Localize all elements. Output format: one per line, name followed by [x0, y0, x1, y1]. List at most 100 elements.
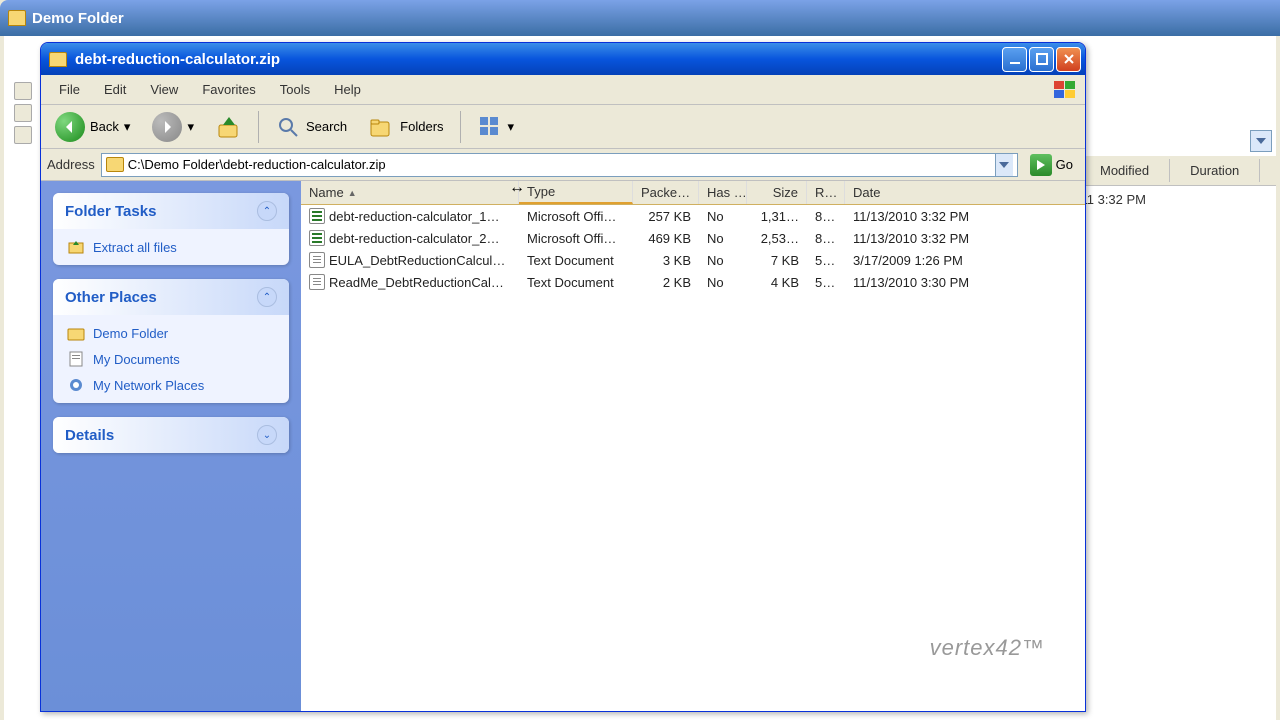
explorer-window: debt-reduction-calculator.zip File Edit … — [40, 42, 1086, 712]
windows-flag-icon[interactable] — [1051, 78, 1079, 102]
file-icon — [309, 208, 325, 224]
parent-col-modified[interactable]: Modified — [1080, 159, 1170, 182]
back-button[interactable]: Back ▾ — [47, 108, 138, 146]
menu-edit[interactable]: Edit — [92, 78, 138, 101]
toolbar: Back ▾ ▾ Search Folders — [41, 105, 1085, 149]
collapse-icon: ⌃ — [257, 201, 277, 221]
col-packed[interactable]: Packe… — [633, 181, 699, 204]
address-label: Address — [47, 157, 95, 172]
col-has[interactable]: Has … — [699, 181, 747, 204]
parent-left-item — [14, 104, 32, 122]
folders-button[interactable]: Folders — [361, 110, 451, 144]
parent-window-title: Demo Folder — [32, 10, 124, 27]
column-headers: Name ▲ Type Packe… Has … Size R… Date ↔ — [301, 181, 1085, 205]
file-has: No — [699, 273, 747, 292]
file-size: 2,53… — [747, 229, 807, 248]
folder-tasks-header[interactable]: Folder Tasks ⌃ — [53, 193, 289, 229]
col-date[interactable]: Date — [845, 181, 1085, 204]
search-icon — [275, 114, 301, 140]
place-label: My Network Places — [93, 378, 204, 393]
address-dropdown[interactable] — [995, 154, 1013, 176]
other-places-panel: Other Places ⌃ Demo Folder My Documents … — [53, 279, 289, 403]
sort-asc-icon: ▲ — [348, 188, 357, 198]
folders-icon — [369, 114, 395, 140]
menu-view[interactable]: View — [138, 78, 190, 101]
extract-icon — [67, 239, 85, 255]
file-type: Text Document — [519, 273, 633, 292]
file-row[interactable]: debt-reduction-calculator_2…Microsoft Of… — [301, 227, 1085, 249]
go-label: Go — [1056, 157, 1073, 172]
file-type: Microsoft Offi… — [519, 207, 633, 226]
file-ratio: 55% — [807, 273, 845, 292]
file-date: 11/13/2010 3:30 PM — [845, 273, 1085, 292]
folders-label: Folders — [400, 119, 443, 134]
views-button[interactable]: ▾ — [469, 110, 523, 144]
file-packed: 3 KB — [633, 251, 699, 270]
parent-left-strip — [14, 82, 42, 144]
col-ratio[interactable]: R… — [807, 181, 845, 204]
file-has: No — [699, 229, 747, 248]
col-size[interactable]: Size — [747, 181, 807, 204]
parent-address-dropdown[interactable] — [1250, 130, 1272, 152]
place-network[interactable]: My Network Places — [67, 377, 275, 393]
place-demo-folder[interactable]: Demo Folder — [67, 325, 275, 341]
col-type-label: Type — [527, 184, 555, 199]
col-type[interactable]: Type — [519, 181, 633, 204]
parent-col-duration[interactable]: Duration — [1170, 159, 1260, 182]
address-input[interactable] — [128, 157, 991, 172]
forward-arrow-icon — [152, 112, 182, 142]
menu-tools[interactable]: Tools — [268, 78, 322, 101]
folder-tasks-title: Folder Tasks — [65, 203, 156, 220]
watermark: vertex42™ — [930, 635, 1045, 661]
menu-file[interactable]: File — [47, 78, 92, 101]
parent-titlebar: Demo Folder — [0, 0, 1280, 36]
close-button[interactable] — [1056, 47, 1081, 72]
file-ratio: 82% — [807, 229, 845, 248]
col-name[interactable]: Name ▲ — [301, 181, 519, 204]
documents-icon — [67, 351, 85, 367]
window-body: Folder Tasks ⌃ Extract all files Other P… — [41, 181, 1085, 711]
file-size: 1,31… — [747, 207, 807, 226]
file-date: 3/17/2009 1:26 PM — [845, 251, 1085, 270]
file-row[interactable]: EULA_DebtReductionCalcul…Text Document3 … — [301, 249, 1085, 271]
file-row[interactable]: ReadMe_DebtReductionCal…Text Document2 K… — [301, 271, 1085, 293]
place-my-documents[interactable]: My Documents — [67, 351, 275, 367]
other-places-header[interactable]: Other Places ⌃ — [53, 279, 289, 315]
search-button[interactable]: Search — [267, 110, 355, 144]
toolbar-separator — [258, 111, 259, 143]
collapse-icon: ⌃ — [257, 287, 277, 307]
file-date: 11/13/2010 3:32 PM — [845, 207, 1085, 226]
toolbar-separator — [460, 111, 461, 143]
sidebar: Folder Tasks ⌃ Extract all files Other P… — [41, 181, 301, 711]
extract-all-link[interactable]: Extract all files — [67, 239, 275, 255]
file-has: No — [699, 207, 747, 226]
go-button[interactable]: Go — [1024, 152, 1079, 178]
views-icon — [477, 114, 503, 140]
zip-folder-icon — [106, 157, 124, 172]
chevron-down-icon: ▾ — [508, 119, 515, 135]
col-has-label: Has … — [707, 185, 747, 200]
window-title: debt-reduction-calculator.zip — [75, 51, 994, 68]
details-title: Details — [65, 427, 114, 444]
expand-icon: ⌄ — [257, 425, 277, 445]
titlebar[interactable]: debt-reduction-calculator.zip — [41, 43, 1085, 75]
file-name: EULA_DebtReductionCalcul… — [329, 253, 505, 268]
maximize-button[interactable] — [1029, 47, 1054, 72]
forward-button[interactable]: ▾ — [144, 108, 202, 146]
other-places-title: Other Places — [65, 289, 157, 306]
col-name-label: Name — [309, 185, 344, 200]
up-button[interactable] — [208, 110, 250, 144]
file-size: 4 KB — [747, 273, 807, 292]
minimize-button[interactable] — [1002, 47, 1027, 72]
file-size: 7 KB — [747, 251, 807, 270]
file-row[interactable]: debt-reduction-calculator_1…Microsoft Of… — [301, 205, 1085, 227]
details-header[interactable]: Details ⌄ — [53, 417, 289, 453]
address-field-wrap — [101, 153, 1018, 177]
file-ratio: 81% — [807, 207, 845, 226]
search-label: Search — [306, 119, 347, 134]
menu-help[interactable]: Help — [322, 78, 373, 101]
chevron-down-icon: ▾ — [187, 119, 194, 135]
file-name: debt-reduction-calculator_2… — [329, 231, 500, 246]
menu-favorites[interactable]: Favorites — [190, 78, 267, 101]
file-pane: Name ▲ Type Packe… Has … Size R… Date ↔ … — [301, 181, 1085, 711]
